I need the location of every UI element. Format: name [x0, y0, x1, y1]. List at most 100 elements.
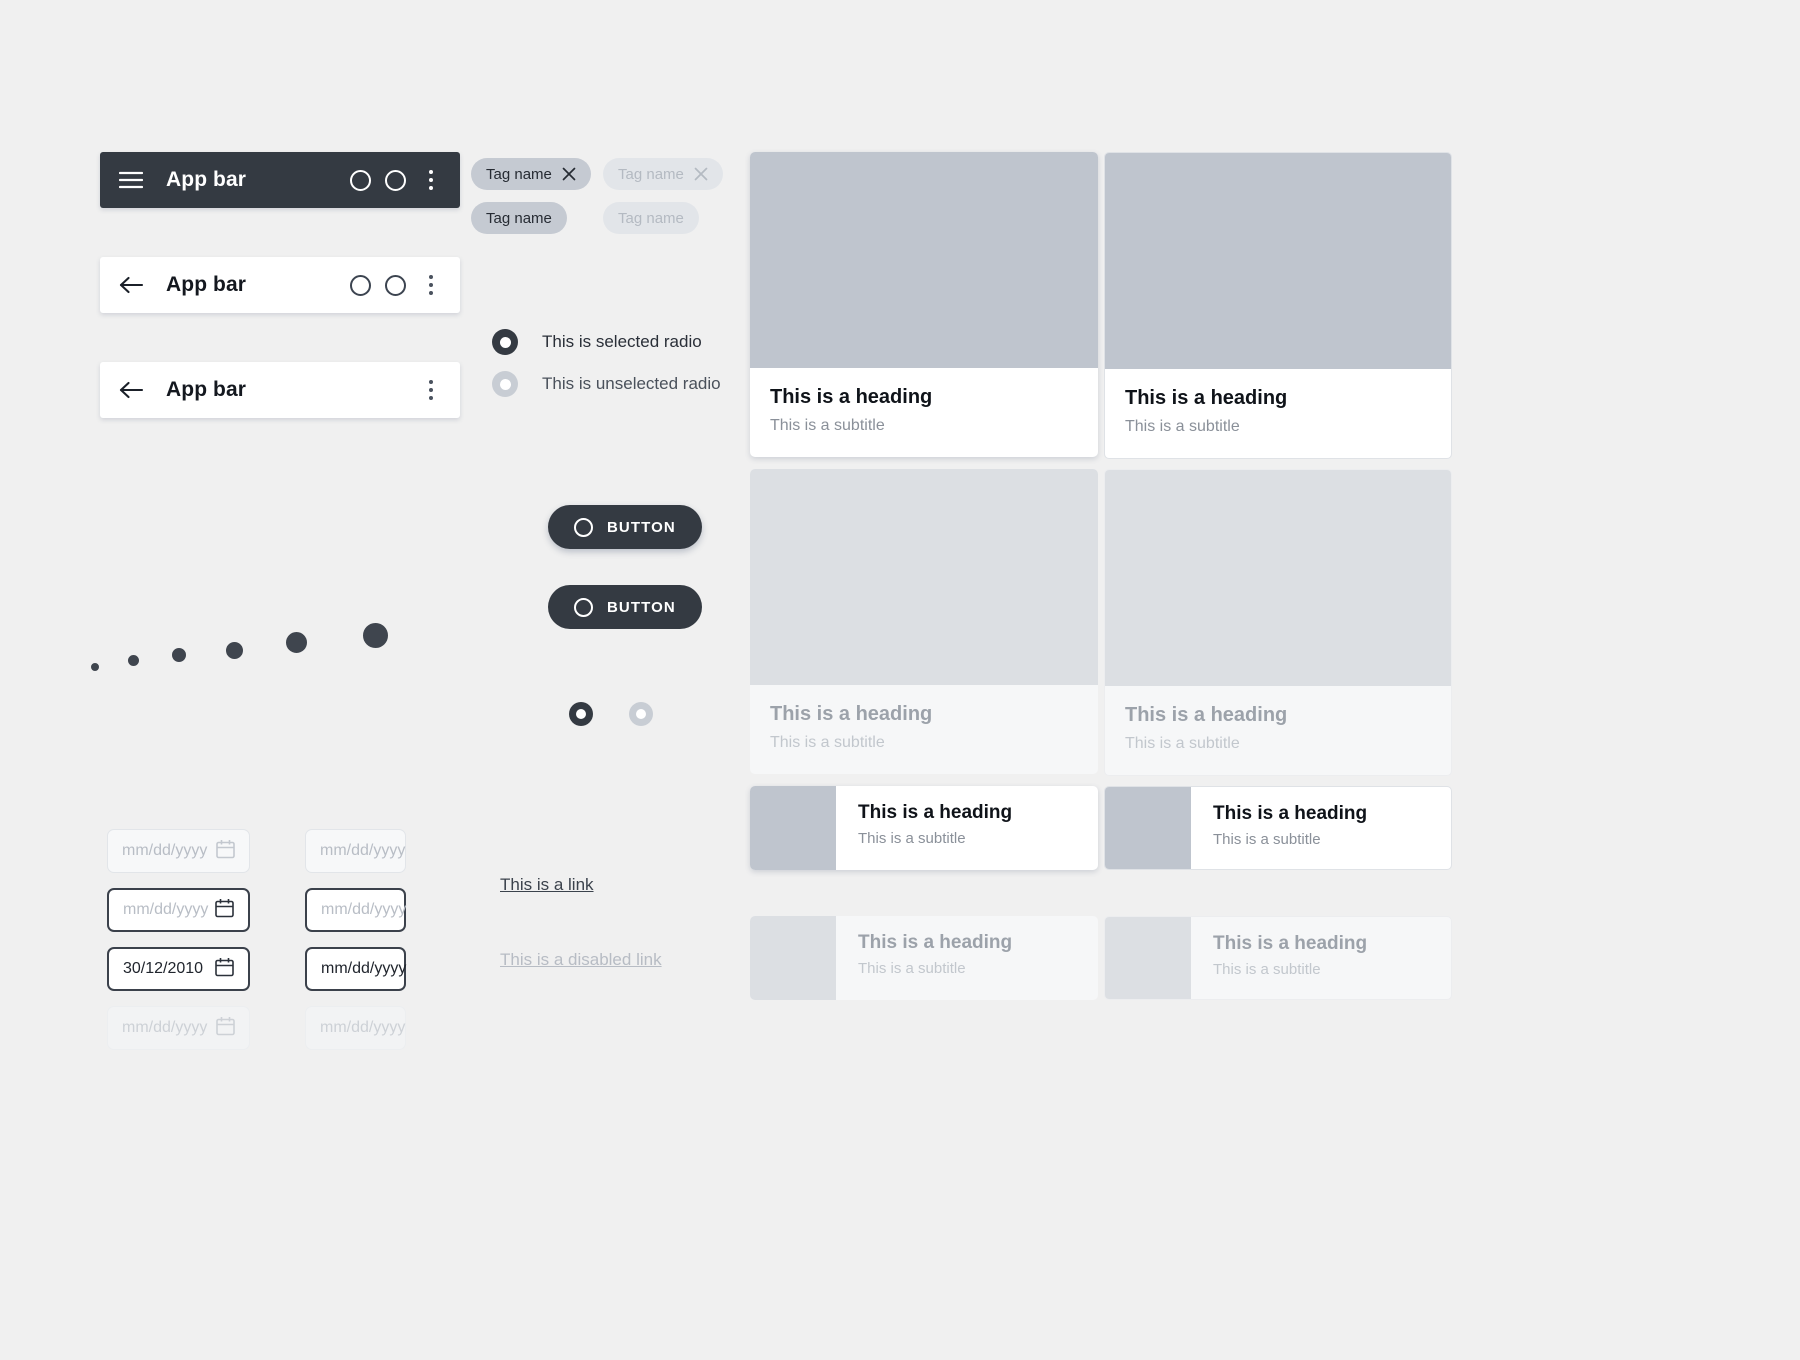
card-body: This is a heading This is a subtitle: [750, 368, 1098, 457]
page-indicator: [569, 702, 653, 726]
circle-icon[interactable]: [385, 274, 406, 296]
page-dot-active[interactable]: [569, 702, 593, 726]
status-badge: [359, 619, 392, 652]
status-badge: [125, 652, 142, 669]
button-flat[interactable]: BUTTON: [548, 585, 702, 629]
horizontal-card-outlined[interactable]: This is a heading This is a subtitle: [1104, 786, 1452, 870]
app-bar-actions: [420, 380, 442, 400]
card-thumbnail: [750, 916, 836, 1000]
tag-label: Tag name: [618, 209, 684, 227]
kebab-menu-icon[interactable]: [420, 380, 442, 400]
card-body: This is a heading This is a subtitle: [836, 916, 1012, 1000]
date-value[interactable]: mm/dd/yyyy: [122, 842, 216, 860]
card-body: This is a heading This is a subtitle: [750, 685, 1098, 774]
horizontal-card-outlined-disabled: This is a heading This is a subtitle: [1104, 916, 1452, 1000]
app-bar-light-actions[interactable]: App bar: [100, 257, 460, 313]
back-arrow-icon[interactable]: [118, 272, 144, 298]
card-subtitle: This is a subtitle: [1125, 735, 1240, 752]
avatar-with-badge-scale: [89, 619, 478, 728]
status-badge: [169, 645, 189, 665]
avatar-size-scale: [98, 519, 478, 591]
tag-enabled-dismissible[interactable]: Tag name: [471, 158, 591, 190]
tag-label: Tag name: [486, 209, 552, 227]
date-value: mm/dd/yyyy: [122, 1019, 208, 1036]
card-subtitle: This is a subtitle: [858, 830, 966, 847]
card-media: [750, 152, 1098, 368]
media-card-elevated[interactable]: This is a heading This is a subtitle: [750, 152, 1098, 457]
radio-button-unselected-icon[interactable]: [492, 371, 518, 397]
radio-button-selected-icon[interactable]: [492, 329, 518, 355]
date-value[interactable]: mm/dd/yyyy: [321, 960, 406, 978]
app-bar-dark[interactable]: App bar: [100, 152, 460, 208]
circle-icon[interactable]: [350, 274, 371, 296]
date-field-noicon-filled[interactable]: mm/dd/yyyy: [305, 947, 406, 991]
radio-label: This is selected radio: [542, 332, 702, 351]
link-enabled[interactable]: This is a link: [500, 875, 594, 895]
date-field-active[interactable]: mm/dd/yyyy: [107, 888, 250, 932]
hamburger-icon[interactable]: [118, 167, 144, 193]
card-heading: This is a heading: [1125, 704, 1288, 726]
app-bar-light-simple[interactable]: App bar: [100, 362, 460, 418]
calendar-icon[interactable]: [215, 898, 234, 923]
button-raised[interactable]: BUTTON: [548, 505, 702, 549]
card-media: [1105, 153, 1451, 369]
card-media: [1105, 470, 1451, 686]
card-body: This is a heading This is a subtitle: [1191, 917, 1367, 999]
button-label: BUTTON: [607, 518, 676, 536]
calendar-icon[interactable]: [215, 957, 234, 982]
back-arrow-icon[interactable]: [118, 377, 144, 403]
status-badge: [89, 661, 101, 673]
radio-unselected[interactable]: This is unselected radio: [492, 371, 721, 397]
card-subtitle: This is a subtitle: [1125, 418, 1240, 435]
card-body: This is a heading This is a subtitle: [1105, 686, 1451, 775]
tag-enabled[interactable]: Tag name: [471, 202, 567, 234]
circle-icon[interactable]: [385, 169, 406, 191]
date-field-filled[interactable]: 30/12/2010: [107, 947, 250, 991]
kebab-menu-icon[interactable]: [420, 170, 442, 190]
date-value[interactable]: 30/12/2010: [123, 960, 215, 978]
tag-label: Tag name: [486, 165, 552, 183]
kebab-menu-icon[interactable]: [420, 275, 442, 295]
card-heading: This is a heading: [1213, 933, 1368, 954]
tag-disabled-dismissible: Tag name: [603, 158, 723, 190]
circle-icon: [574, 517, 593, 537]
media-card-outlined-disabled: This is a heading This is a subtitle: [1104, 469, 1452, 776]
app-bar-title: App bar: [166, 168, 247, 191]
card-thumbnail: [1105, 917, 1191, 999]
radio-selected[interactable]: This is selected radio: [492, 329, 702, 355]
circle-icon[interactable]: [350, 169, 371, 191]
close-icon[interactable]: [562, 167, 576, 181]
app-bar-title: App bar: [166, 378, 247, 401]
date-value[interactable]: mm/dd/yyyy: [320, 842, 405, 860]
date-field-noicon-active[interactable]: mm/dd/yyyy: [305, 888, 406, 932]
card-subtitle: This is a subtitle: [1213, 961, 1321, 978]
calendar-icon: [216, 1016, 235, 1041]
status-badge: [282, 628, 311, 657]
horizontal-card-elevated-disabled: This is a heading This is a subtitle: [750, 916, 1098, 1000]
app-bar-actions: [350, 274, 442, 296]
media-card-elevated-disabled: This is a heading This is a subtitle: [750, 469, 1098, 774]
card-subtitle: This is a subtitle: [770, 734, 885, 751]
status-badge: [223, 639, 246, 662]
date-field-noicon-rest[interactable]: mm/dd/yyyy: [305, 829, 406, 873]
card-body: This is a heading This is a subtitle: [836, 786, 1012, 870]
tag-disabled: Tag name: [603, 202, 699, 234]
card-subtitle: This is a subtitle: [1213, 831, 1321, 848]
card-thumbnail: [750, 786, 836, 870]
page-dot-inactive[interactable]: [629, 702, 653, 726]
card-body: This is a heading This is a subtitle: [1191, 787, 1367, 869]
card-heading: This is a heading: [1213, 803, 1368, 824]
media-card-outlined[interactable]: This is a heading This is a subtitle: [1104, 152, 1452, 459]
card-body: This is a heading This is a subtitle: [1105, 369, 1451, 458]
circle-icon: [574, 597, 593, 617]
date-field-rest[interactable]: mm/dd/yyyy: [107, 829, 250, 873]
horizontal-card-elevated[interactable]: This is a heading This is a subtitle: [750, 786, 1098, 870]
date-value[interactable]: mm/dd/yyyy: [321, 901, 406, 919]
button-label: BUTTON: [607, 598, 676, 616]
tag-label: Tag name: [618, 165, 684, 183]
card-subtitle: This is a subtitle: [858, 960, 966, 977]
card-heading: This is a heading: [770, 703, 933, 725]
calendar-icon[interactable]: [216, 839, 235, 864]
date-value[interactable]: mm/dd/yyyy: [123, 901, 215, 919]
app-bar-title: App bar: [166, 273, 247, 296]
